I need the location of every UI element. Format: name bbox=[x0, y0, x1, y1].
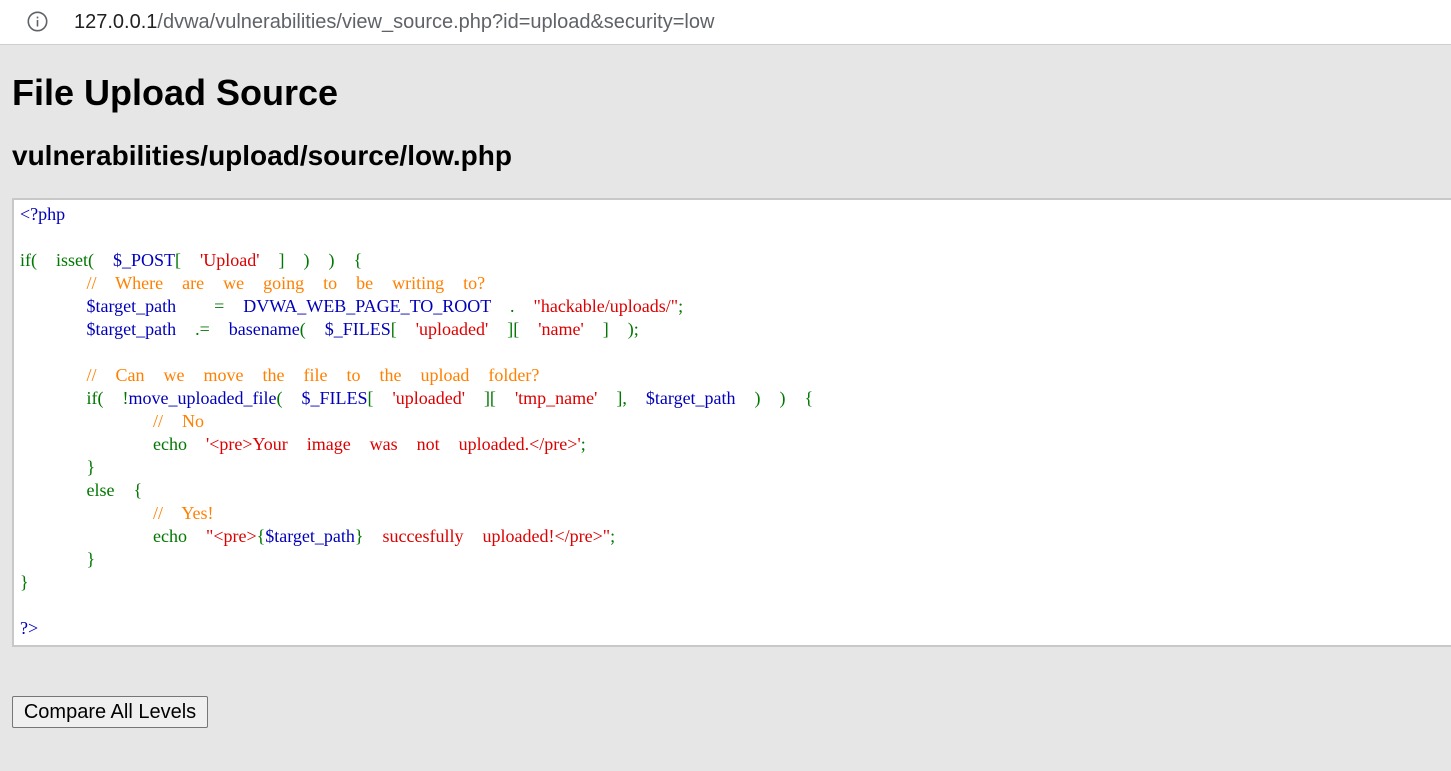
code-token: } bbox=[20, 572, 29, 592]
code-token: $target_path bbox=[86, 319, 177, 339]
code-line: // Yes! bbox=[20, 502, 813, 525]
code-token: $target_path bbox=[645, 388, 736, 408]
code-token: move_uploaded_file bbox=[128, 388, 277, 408]
code-token: . bbox=[490, 296, 534, 316]
code-line: else { bbox=[20, 479, 813, 502]
code-token: "hackable/uploads/" bbox=[533, 296, 679, 316]
code-token: echo bbox=[20, 526, 206, 546]
code-token: ) ) { bbox=[735, 388, 814, 408]
code-line: echo '<pre>Your image was not uploaded.<… bbox=[20, 433, 813, 456]
code-line: ?> bbox=[20, 617, 813, 640]
code-line: if( isset( $_POST[ 'Upload' ] ) ) { bbox=[20, 249, 813, 272]
code-token: [ bbox=[390, 319, 416, 339]
source-code: <?php if( isset( $_POST[ 'Upload' ] ) ) … bbox=[20, 203, 813, 640]
code-token: = bbox=[176, 296, 244, 316]
code-token: [ bbox=[367, 388, 393, 408]
code-line: // No bbox=[20, 410, 813, 433]
page-body: File Upload Source vulnerabilities/uploa… bbox=[0, 45, 1451, 771]
compare-all-levels-button[interactable]: Compare All Levels bbox=[12, 696, 208, 728]
code-line: } bbox=[20, 571, 813, 594]
code-token: { bbox=[256, 526, 266, 546]
code-token: .= bbox=[176, 319, 229, 339]
code-line: echo "<pre>{$target_path} succesfully up… bbox=[20, 525, 813, 548]
code-token: succesfully uploaded!</pre>" bbox=[363, 526, 611, 546]
code-token: [ bbox=[175, 250, 200, 270]
code-token: echo bbox=[20, 434, 206, 454]
code-token: if( isset( bbox=[20, 250, 113, 270]
code-token: 'uploaded' bbox=[415, 319, 489, 339]
page-title: File Upload Source bbox=[12, 72, 339, 113]
code-token: ][ bbox=[464, 388, 515, 408]
code-token: else { bbox=[20, 480, 143, 500]
code-token: ], bbox=[597, 388, 646, 408]
code-token: // Yes! bbox=[153, 503, 214, 523]
code-line: $target_path .= basename( $_FILES[ 'uplo… bbox=[20, 318, 813, 341]
code-token: "<pre> bbox=[205, 526, 257, 546]
source-code-box: <?php if( isset( $_POST[ 'Upload' ] ) ) … bbox=[12, 198, 1451, 647]
code-token: 'uploaded' bbox=[392, 388, 465, 408]
code-line: // Where are we going to be writing to? bbox=[20, 272, 813, 295]
code-token: } bbox=[20, 457, 96, 477]
code-token: ] ) ) { bbox=[259, 250, 363, 270]
code-token: <?php bbox=[20, 204, 66, 224]
code-token: $target_path bbox=[265, 526, 355, 546]
code-token: 'Upload' bbox=[200, 250, 260, 270]
info-circle-icon[interactable] bbox=[27, 11, 48, 32]
code-token: $target_path bbox=[86, 296, 177, 316]
url-host: 127.0.0.1 bbox=[74, 11, 158, 33]
code-token: ; bbox=[678, 296, 684, 316]
code-token: ( bbox=[276, 388, 302, 408]
code-token: if( ! bbox=[20, 388, 129, 408]
code-token: $_POST bbox=[112, 250, 175, 270]
code-token: basename bbox=[228, 319, 300, 339]
code-token: 'name' bbox=[538, 319, 584, 339]
code-token: // No bbox=[153, 411, 205, 431]
code-token: ] ); bbox=[583, 319, 639, 339]
code-line: } bbox=[20, 456, 813, 479]
code-token: // Can we move the file to the upload fo… bbox=[86, 365, 540, 385]
code-line: $target_path = DVWA_WEB_PAGE_TO_ROOT . "… bbox=[20, 295, 813, 318]
code-token: $_FILES bbox=[301, 388, 368, 408]
code-line: // Can we move the file to the upload fo… bbox=[20, 364, 813, 387]
code-token: ( bbox=[299, 319, 325, 339]
code-line: <?php bbox=[20, 203, 813, 226]
code-line: } bbox=[20, 548, 813, 571]
code-token: ][ bbox=[488, 319, 539, 339]
code-line: if( !move_uploaded_file( $_FILES[ 'uploa… bbox=[20, 387, 814, 410]
code-token: ; bbox=[580, 434, 586, 454]
url-path: /dvwa/vulnerabilities/view_source.php?id… bbox=[157, 11, 715, 33]
code-token: // Where are we going to be writing to? bbox=[86, 273, 486, 293]
source-file-path: vulnerabilities/upload/source/low.php bbox=[12, 140, 512, 171]
code-token: } bbox=[354, 526, 364, 546]
address-bar[interactable]: 127.0.0.1/dvwa/vulnerabilities/view_sour… bbox=[0, 0, 1451, 45]
url-text[interactable]: 127.0.0.1/dvwa/vulnerabilities/view_sour… bbox=[74, 10, 714, 34]
code-token: DVWA_WEB_PAGE_TO_ROOT bbox=[243, 296, 491, 316]
code-token: $_FILES bbox=[324, 319, 391, 339]
code-token: 'tmp_name' bbox=[514, 388, 598, 408]
code-token: } bbox=[20, 549, 96, 569]
code-token: '<pre>Your image was not uploaded.</pre>… bbox=[205, 434, 581, 454]
code-token: ; bbox=[610, 526, 616, 546]
code-token: ?> bbox=[20, 618, 39, 638]
